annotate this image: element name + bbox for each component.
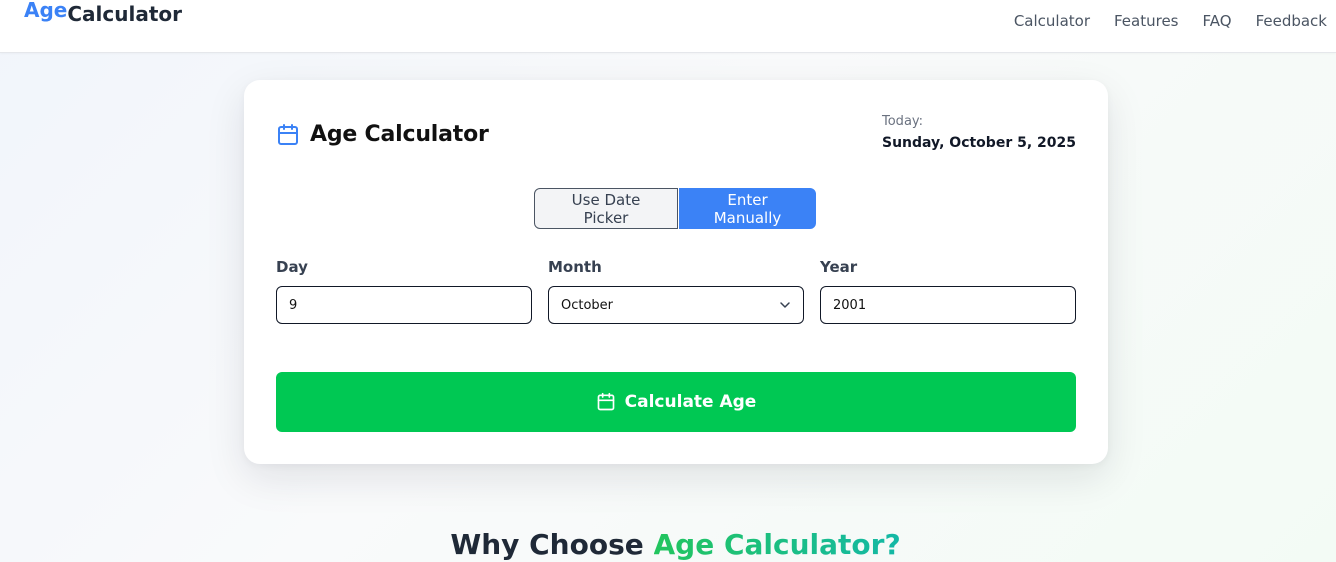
enter-manually-button[interactable]: Enter Manually — [679, 188, 816, 229]
card-header: Age Calculator — [276, 122, 489, 147]
calendar-icon — [596, 392, 616, 412]
year-input[interactable] — [820, 286, 1076, 324]
why-choose-heading: Why Choose Age Calculator? — [0, 528, 1336, 561]
site-logo[interactable]: AgeCalculator — [24, 0, 182, 26]
why-choose-accent: Age Calculator? — [653, 528, 901, 561]
card-title: Age Calculator — [310, 122, 489, 147]
today-label: Today: — [882, 114, 924, 129]
main-nav: Calculator Features FAQ Feedback — [1014, 12, 1327, 30]
today-date: Sunday, October 5, 2025 — [882, 135, 1076, 151]
year-label: Year — [820, 258, 858, 276]
day-label: Day — [276, 258, 308, 276]
month-field-group: Month October — [548, 258, 804, 324]
nav-link-faq[interactable]: FAQ — [1203, 12, 1232, 30]
calculate-age-button[interactable]: Calculate Age — [276, 372, 1076, 432]
chevron-down-icon — [779, 299, 791, 311]
logo-age-text: Age — [24, 0, 68, 22]
year-field-group: Year — [820, 258, 1076, 324]
why-choose-prefix: Why Choose — [450, 528, 654, 561]
nav-link-calculator[interactable]: Calculator — [1014, 12, 1090, 30]
today-display: Today: Sunday, October 5, 2025 — [882, 114, 1076, 151]
month-select-value: October — [561, 297, 614, 313]
calendar-icon — [276, 123, 300, 147]
age-calculator-card: Age Calculator Today: Sunday, October 5,… — [244, 80, 1108, 464]
top-navbar: AgeCalculator Calculator Features FAQ Fe… — [0, 0, 1336, 53]
day-input[interactable] — [276, 286, 532, 324]
month-label: Month — [548, 258, 602, 276]
input-mode-toggle: Use Date Picker Enter Manually — [534, 188, 816, 229]
nav-link-feedback[interactable]: Feedback — [1256, 12, 1327, 30]
logo-calculator-text: Calculator — [67, 2, 182, 26]
use-date-picker-button[interactable]: Use Date Picker — [534, 188, 678, 229]
month-select[interactable]: October — [548, 286, 804, 324]
calculate-age-label: Calculate Age — [624, 392, 757, 412]
day-field-group: Day — [276, 258, 532, 324]
nav-link-features[interactable]: Features — [1114, 12, 1179, 30]
